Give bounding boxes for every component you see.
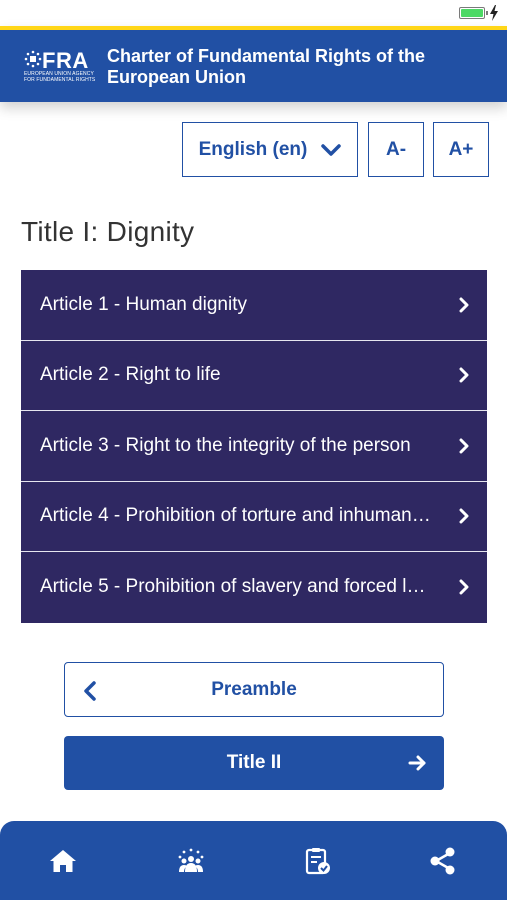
article-item[interactable]: Article 5 - Prohibition of slavery and f… (21, 552, 487, 623)
chevron-down-icon (321, 143, 342, 156)
charging-icon (490, 5, 498, 21)
app-screen: FRA EUROPEAN UNION AGENCY FOR FUNDAMENTA… (0, 0, 507, 900)
home-icon (50, 850, 76, 872)
fra-logo: FRA EUROPEAN UNION AGENCY FOR FUNDAMENTA… (24, 48, 98, 84)
article-item[interactable]: Article 1 - Human dignity (21, 270, 487, 341)
article-label: Article 1 - Human dignity (40, 293, 247, 315)
article-item[interactable]: Article 4 - Prohibition of torture and i… (21, 481, 487, 552)
tab-checklist[interactable] (301, 845, 333, 877)
tab-community[interactable] (175, 845, 207, 877)
article-item[interactable]: Article 3 - Right to the integrity of th… (21, 411, 487, 482)
chevron-right-icon (459, 297, 469, 313)
next-section-button[interactable]: Title II (64, 736, 444, 790)
article-label: Article 2 - Right to life (40, 364, 221, 386)
share-icon (430, 847, 455, 875)
app-header: FRA EUROPEAN UNION AGENCY FOR FUNDAMENTA… (0, 26, 507, 102)
article-label: Article 5 - Prohibition of slavery and f… (40, 576, 426, 598)
logo-subtitle: EUROPEAN UNION AGENCY FOR FUNDAMENTAL RI… (24, 71, 96, 83)
section-title: Title I: Dignity (21, 216, 195, 247)
tab-share[interactable] (427, 845, 459, 877)
battery-icon (459, 7, 488, 19)
community-icon (178, 848, 204, 872)
status-bar (0, 0, 507, 26)
next-section-label: Title II (226, 752, 282, 773)
language-label: English (en) (198, 138, 308, 160)
previous-section-button[interactable]: Preamble (64, 662, 444, 717)
chevron-right-icon (459, 508, 469, 524)
previous-section-label: Preamble (211, 678, 297, 700)
article-label: Article 4 - Prohibition of torture and i… (40, 505, 431, 527)
arrow-right-icon (408, 755, 426, 771)
checklist-icon (305, 848, 330, 875)
chevron-left-icon (84, 681, 96, 701)
increase-font-button[interactable]: A+ (433, 122, 489, 177)
decrease-font-button[interactable]: A- (368, 122, 424, 177)
chevron-right-icon (459, 579, 469, 595)
language-selector[interactable]: English (en) (182, 122, 358, 177)
tab-home[interactable] (47, 845, 79, 877)
article-label: Article 3 - Right to the integrity of th… (40, 434, 411, 456)
app-title: Charter of Fundamental Rights of the Eur… (107, 46, 426, 87)
article-list: Article 1 - Human dignity Article 2 - Ri… (21, 270, 487, 623)
article-item[interactable]: Article 2 - Right to life (21, 340, 487, 411)
chevron-right-icon (459, 438, 469, 454)
eu-stars-icon (24, 50, 42, 68)
bottom-tab-bar (0, 821, 507, 900)
chevron-right-icon (459, 367, 469, 383)
